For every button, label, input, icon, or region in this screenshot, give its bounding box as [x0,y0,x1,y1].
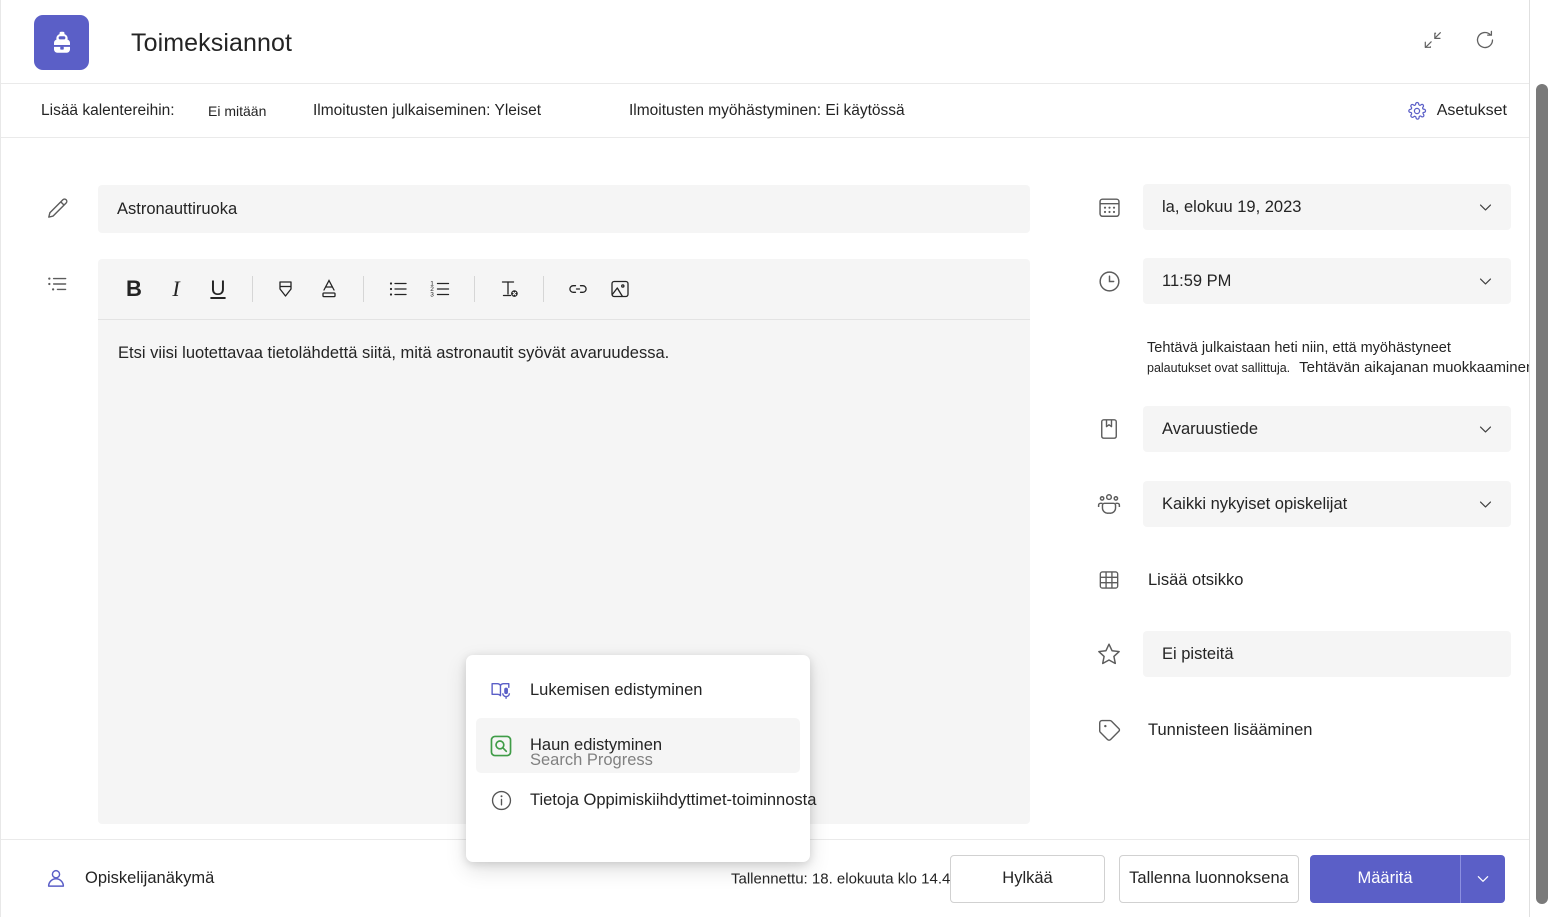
calendar-add-value[interactable]: Ei mitään [208,103,266,119]
assign-button[interactable]: Määritä [1310,855,1460,903]
highlight-icon[interactable] [267,269,307,309]
clear-formatting-icon[interactable] [489,269,529,309]
refresh-icon[interactable] [1469,24,1501,56]
saved-timestamp: Tallennettu: 18. elokuuta klo 14.46 [731,870,959,887]
person-icon [43,866,69,892]
assign-to-row: Kaikki nykyiset opiskelijat [1087,481,1511,527]
timeline-note-line2: palautukset ovat sallittuja. [1147,361,1290,375]
category-value: Avaruustiede [1162,420,1258,439]
font-color-icon[interactable] [309,269,349,309]
menu-item-label: Tietoja Oppimiskiihdyttimet-toiminnosta [530,791,816,810]
notification-publish-setting[interactable]: Ilmoitusten julkaiseminen: Yleiset [313,102,541,120]
chevron-down-icon [1477,199,1494,216]
italic-icon[interactable]: I [156,269,196,309]
editor-toolbar: B I U [98,259,1030,320]
reading-progress-icon [488,678,514,704]
menu-item-reading-progress[interactable]: Lukemisen edistyminen [476,663,800,718]
assign-label: Määritä [1357,869,1412,888]
chevron-down-icon [1477,496,1494,513]
save-draft-label: Tallenna luonnoksena [1129,869,1289,888]
calendar-icon [1087,185,1131,229]
chevron-down-icon [1477,421,1494,438]
page-title: Toimeksiannot [131,29,292,58]
toolbar-divider [474,276,475,302]
assign-to-field[interactable]: Kaikki nykyiset opiskelijat [1143,481,1511,527]
due-date-value: la, elokuu 19, 2023 [1162,198,1301,217]
toolbar-divider [363,276,364,302]
assignment-title-input[interactable] [98,185,1030,233]
settings-button[interactable]: Asetukset [1407,101,1507,121]
menu-item-about-accelerators[interactable]: Tietoja Oppimiskiihdyttimet-toiminnosta [476,773,800,828]
underline-icon[interactable]: U [198,269,238,309]
people-icon [1087,482,1131,526]
rubric-value[interactable]: Lisää otsikko [1143,557,1243,603]
backpack-icon [34,15,89,70]
bulleted-list-icon[interactable] [378,269,418,309]
student-view-label: Opiskelijanäkymä [85,869,214,888]
menu-item-label: Lukemisen edistyminen [530,681,702,700]
points-value: Ei pisteitä [1162,645,1234,664]
due-date-field[interactable]: la, elokuu 19, 2023 [1143,184,1511,230]
chevron-down-icon [1475,871,1491,887]
grid-icon [1087,558,1131,602]
timeline-note-line1: Tehtävä julkaistaan heti niin, että myöh… [1147,338,1547,359]
calendar-add-label: Lisää kalentereihin: [41,102,175,120]
svg-text:3: 3 [430,292,434,299]
link-icon[interactable] [558,269,598,309]
edit-timeline-link[interactable]: Tehtävän aikajanan muokkaaminen [1299,359,1534,376]
save-draft-button[interactable]: Tallenna luonnoksena [1119,855,1299,903]
search-progress-icon [488,733,514,759]
assign-to-value: Kaikki nykyiset opiskelijat [1162,495,1347,514]
image-icon[interactable] [600,269,640,309]
tag-icon [1087,708,1131,752]
timeline-note: Tehtävä julkaistaan heti niin, että myöh… [1147,338,1547,376]
tag-value[interactable]: Tunnisteen lisääminen [1143,707,1312,753]
chevron-down-icon [1477,273,1494,290]
points-row: Ei pisteitä [1087,631,1511,677]
page-scrollbar-thumb[interactable] [1536,84,1548,904]
bookmark-icon [1087,407,1131,451]
list-icon [41,267,75,301]
collapse-arrows-icon[interactable] [1417,24,1449,56]
header-actions [1417,24,1501,56]
clock-icon [1087,259,1131,303]
bold-icon[interactable]: B [114,269,154,309]
notification-late-setting[interactable]: Ilmoitusten myöhästyminen: Ei käytössä [629,102,905,120]
settings-label: Asetukset [1437,102,1507,120]
category-row: Avaruustiede [1087,406,1511,452]
assignment-settings-panel: la, elokuu 19, 2023 11:59 PM [1061,139,1529,839]
category-field[interactable]: Avaruustiede [1143,406,1511,452]
due-time-row: 11:59 PM [1087,258,1511,304]
main-content: B I U [1,139,1529,839]
numbered-list-icon[interactable]: 1 2 3 [420,269,460,309]
menu-item-label: Haun edistyminen [530,736,662,755]
due-date-row: la, elokuu 19, 2023 [1087,184,1511,230]
tag-row: Tunnisteen lisääminen [1087,707,1312,753]
due-time-value: 11:59 PM [1162,272,1231,291]
discard-label: Hylkää [1002,869,1052,888]
assignment-instructions-text[interactable]: Etsi viisi luotettavaa tietolähdettä sii… [98,320,1030,440]
toolbar-divider [543,276,544,302]
toolbar-divider [252,276,253,302]
rubric-row: Lisää otsikko [1087,557,1243,603]
points-field[interactable]: Ei pisteitä [1143,631,1511,677]
assignment-editor-window: Toimeksiannot Lisää kalentereihin: Ei mi… [0,0,1552,917]
info-icon [488,788,514,814]
menu-item-search-progress[interactable]: Haun edistyminen Search Progress [476,718,800,773]
student-view-button[interactable]: Opiskelijanäkymä [43,866,214,892]
gear-icon [1407,101,1427,121]
star-icon [1087,632,1131,676]
due-time-field[interactable]: 11:59 PM [1143,258,1511,304]
assignment-meta-bar: Lisää kalentereihin: Ei mitään Ilmoitust… [1,83,1529,138]
learning-accelerators-menu: Lukemisen edistyminen Haun edistyminen S… [466,655,810,862]
assign-dropdown-button[interactable] [1460,855,1505,903]
window-header: Toimeksiannot [1,0,1529,83]
pencil-icon [41,192,75,226]
discard-button[interactable]: Hylkää [950,855,1105,903]
